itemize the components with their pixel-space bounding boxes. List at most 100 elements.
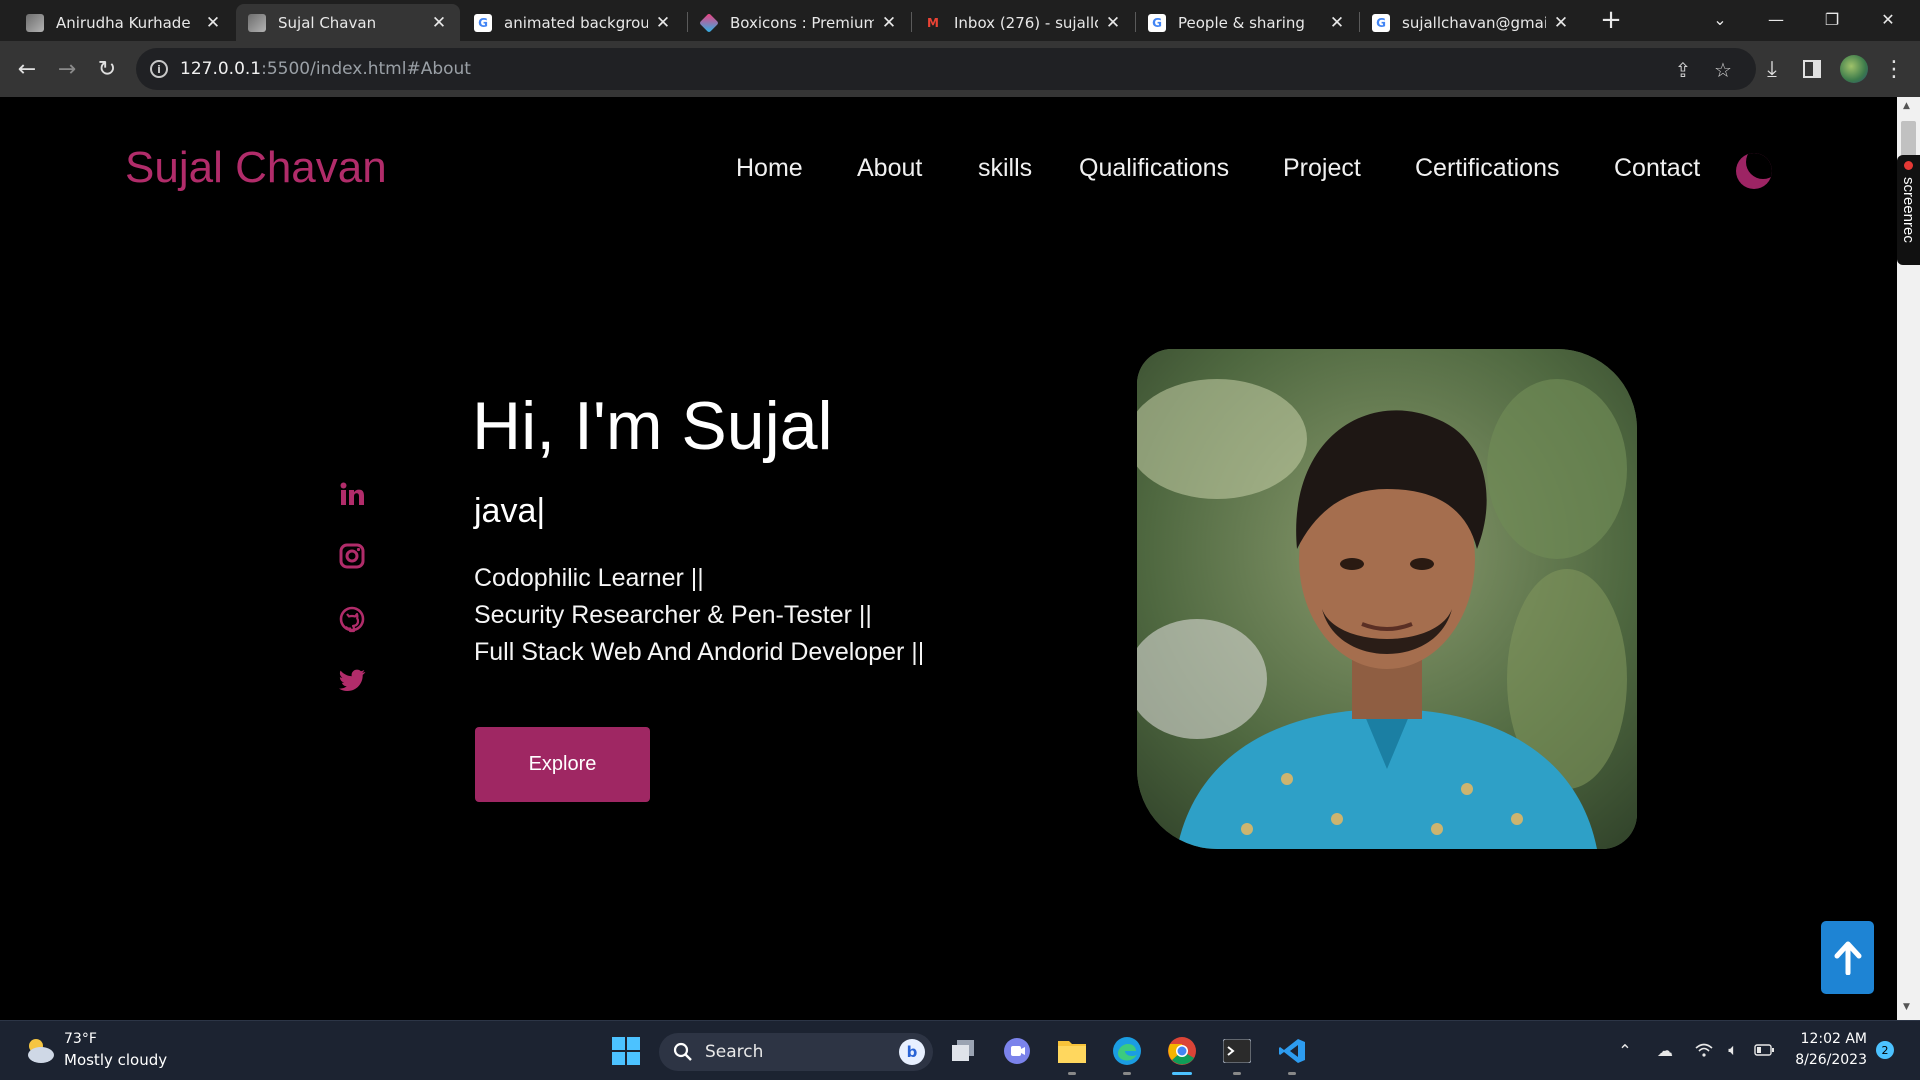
app-running-indicator [1123, 1072, 1131, 1075]
arrow-up-icon [1834, 941, 1861, 975]
terminal-icon[interactable] [1221, 1035, 1253, 1067]
weather-description[interactable]: Mostly cloudy [64, 1051, 167, 1069]
browser-tab-strip: Anirudha Kurhade ✕ Sujal Chavan ✕ G anim… [0, 0, 1920, 41]
typed-caret: | [536, 492, 546, 530]
taskbar-search[interactable]: Search b [659, 1033, 933, 1071]
share-icon[interactable]: ⇪ [1671, 58, 1695, 82]
twitter-icon[interactable] [338, 667, 366, 695]
nav-home[interactable]: Home [736, 154, 803, 183]
notification-badge[interactable]: 2 [1876, 1041, 1894, 1059]
close-icon[interactable]: ✕ [654, 13, 672, 33]
clock-time[interactable]: 12:02 AM [1795, 1031, 1867, 1047]
google-favicon-icon: G [1148, 13, 1166, 32]
tab-title: Boxicons : Premium w [730, 13, 874, 32]
typed-word: java [474, 492, 537, 530]
explore-button[interactable]: Explore [475, 727, 650, 802]
profile-photo [1137, 349, 1637, 849]
wifi-icon[interactable] [1693, 1039, 1715, 1061]
clock-date[interactable]: 8/26/2023 [1785, 1052, 1867, 1068]
chevron-up-icon[interactable]: ⌃ [1614, 1039, 1636, 1061]
nav-certifications[interactable]: Certifications [1415, 154, 1560, 183]
cloudy-weather-icon[interactable] [22, 1035, 56, 1065]
screenrec-label: screenrec [1900, 177, 1917, 243]
edge-browser-icon[interactable] [1111, 1035, 1143, 1067]
tab-sujal-chavan[interactable]: Sujal Chavan ✕ [236, 4, 460, 41]
photo-favicon-icon [248, 13, 266, 32]
app-running-indicator [1233, 1072, 1241, 1075]
new-tab-button[interactable]: + [1597, 5, 1625, 35]
nav-contact[interactable]: Contact [1614, 154, 1700, 183]
scroll-up-arrow-icon[interactable]: ▲ [1903, 101, 1910, 111]
tab-anirudha-kurhade[interactable]: Anirudha Kurhade ✕ [14, 4, 234, 41]
task-view-icon[interactable] [947, 1035, 979, 1067]
nav-qualifications[interactable]: Qualifications [1079, 154, 1229, 183]
reload-icon[interactable]: ↻ [93, 55, 121, 83]
forward-arrow-icon[interactable]: → [53, 55, 81, 83]
browser-toolbar: ← → ↻ i 127.0.0.1:5500/index.html#About … [0, 41, 1920, 97]
battery-icon[interactable] [1753, 1039, 1775, 1061]
tab-title: Anirudha Kurhade [56, 13, 191, 32]
description-line-2: Security Researcher & Pen-Tester || [474, 601, 872, 629]
teams-chat-icon[interactable] [1001, 1035, 1033, 1067]
bookmark-star-icon[interactable]: ☆ [1711, 58, 1735, 82]
windows-start-icon[interactable] [610, 1035, 642, 1067]
minimize-button[interactable]: — [1748, 4, 1804, 34]
google-favicon-icon: G [474, 13, 492, 32]
volume-icon[interactable]: 🔈︎ [1722, 1039, 1744, 1061]
restore-button[interactable]: ❐ [1804, 4, 1860, 34]
tab-people-sharing[interactable]: G People & sharing ✕ [1136, 4, 1358, 41]
google-favicon-icon: G [1372, 13, 1390, 32]
back-arrow-icon[interactable]: ← [13, 55, 41, 83]
tab-gmail-inbox[interactable]: M Inbox (276) - sujallcha ✕ [912, 4, 1134, 41]
file-explorer-icon[interactable] [1056, 1035, 1088, 1067]
site-info-icon[interactable]: i [150, 60, 168, 78]
onedrive-icon[interactable]: ☁ [1654, 1039, 1676, 1061]
tab-title: animated background [504, 13, 648, 32]
close-icon[interactable]: ✕ [204, 13, 222, 33]
close-icon[interactable]: ✕ [1552, 13, 1570, 33]
site-brand[interactable]: Sujal Chavan [125, 143, 387, 193]
tab-boxicons[interactable]: Boxicons : Premium w ✕ [688, 4, 910, 41]
photo-favicon-icon [26, 13, 44, 32]
close-icon[interactable]: ✕ [1104, 13, 1122, 33]
tab-search-chevron-icon[interactable]: ⌄ [1692, 4, 1748, 34]
weather-temperature[interactable]: 73°F [64, 1031, 97, 1047]
bing-icon[interactable]: b [899, 1039, 925, 1065]
record-dot-icon [1904, 161, 1913, 170]
tab-title: sujallchavan@gmail.c [1402, 13, 1546, 32]
tab-title: People & sharing [1178, 13, 1305, 32]
close-icon[interactable]: ✕ [1328, 13, 1346, 33]
address-bar[interactable]: i 127.0.0.1:5500/index.html#About ⇪ ☆ [136, 48, 1756, 90]
nav-about[interactable]: About [857, 154, 922, 183]
moon-theme-toggle-icon[interactable] [1736, 153, 1772, 189]
profile-avatar[interactable] [1840, 55, 1868, 83]
vscode-icon[interactable] [1276, 1035, 1308, 1067]
tab-animated-background[interactable]: G animated background ✕ [462, 4, 684, 41]
linkedin-icon[interactable] [338, 480, 366, 508]
kebab-menu-icon[interactable]: ⋮ [1880, 55, 1908, 83]
app-running-indicator [1068, 1072, 1076, 1075]
close-icon[interactable]: ✕ [880, 13, 898, 33]
instagram-icon[interactable] [338, 542, 366, 570]
screenrec-extension-tab[interactable]: screenrec [1897, 155, 1920, 265]
side-panel-icon[interactable] [1798, 55, 1826, 83]
windows-taskbar: 73°F Mostly cloudy Search b ⌃ ☁ 🔈︎ 12:02… [0, 1020, 1920, 1080]
tab-google-account[interactable]: G sujallchavan@gmail.c ✕ [1360, 4, 1582, 41]
nav-skills[interactable]: skills [978, 154, 1032, 183]
url-text: 127.0.0.1:5500/index.html#About [180, 59, 471, 79]
close-icon[interactable]: ✕ [430, 13, 448, 33]
download-icon[interactable]: ⤓ [1758, 55, 1786, 83]
url-path: :5500/index.html#About [261, 59, 471, 79]
chrome-browser-icon[interactable] [1166, 1035, 1198, 1067]
tab-title: Sujal Chavan [278, 13, 377, 32]
webpage-content: Sujal Chavan Home About skills Qualifica… [0, 97, 1897, 1020]
app-active-indicator [1172, 1072, 1192, 1075]
scroll-to-top-button[interactable] [1821, 921, 1874, 994]
close-window-button[interactable]: ✕ [1860, 4, 1916, 34]
github-icon[interactable] [338, 605, 366, 633]
scroll-down-arrow-icon[interactable]: ▼ [1903, 1002, 1910, 1012]
url-host: 127.0.0.1 [180, 59, 262, 79]
scrollbar-thumb[interactable] [1901, 121, 1916, 157]
nav-project[interactable]: Project [1283, 154, 1361, 183]
hero-title: Hi, I'm Sujal [472, 388, 833, 464]
